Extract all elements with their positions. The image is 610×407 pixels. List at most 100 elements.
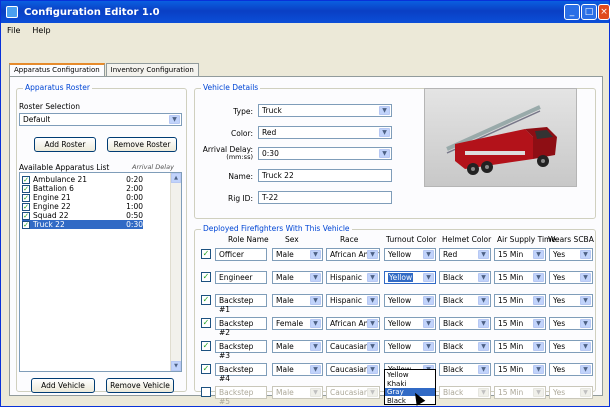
chevron-down-icon[interactable]: ▼ (367, 365, 378, 374)
sex-dropdown[interactable]: Male ▼ (272, 248, 323, 261)
chevron-down-icon[interactable]: ▼ (310, 319, 321, 328)
turnout-color-option[interactable]: Khaki (385, 380, 435, 388)
apparatus-list-item[interactable]: ✓ Ambulance 21 0:20 (22, 175, 143, 184)
race-dropdown[interactable]: Hispanic ▼ (326, 271, 380, 284)
chevron-down-icon[interactable]: ▼ (580, 342, 591, 351)
chevron-down-icon[interactable]: ▼ (478, 319, 489, 328)
turnout-dropdown[interactable]: Yellow ▼ (384, 248, 436, 261)
role-name-field[interactable]: Backstep #2 (215, 317, 267, 337)
air-dropdown[interactable]: 15 Min ▼ (494, 340, 546, 353)
menu-help[interactable]: Help (32, 26, 50, 35)
apparatus-list-item[interactable]: ✓ Squad 22 0:50 (22, 211, 143, 220)
apparatus-list[interactable]: ✓ Ambulance 21 0:20 ✓ Battalion 6 2:00 ✓ Engine… (19, 172, 182, 372)
turnout-color-dropdown-list[interactable]: Yellow Khaki Gray Black (384, 369, 436, 405)
race-dropdown[interactable]: African Amer ▼ (326, 317, 380, 330)
chevron-down-icon[interactable]: ▼ (310, 250, 321, 259)
arrival-delay-dropdown[interactable]: 0:30 ▼ (258, 147, 392, 160)
chevron-down-icon[interactable]: ▼ (533, 296, 544, 305)
air-dropdown[interactable]: 15 Min ▼ (494, 317, 546, 330)
close-icon[interactable]: × (598, 4, 610, 20)
chevron-down-icon[interactable]: ▼ (478, 388, 489, 397)
chevron-down-icon[interactable]: ▼ (310, 365, 321, 374)
chevron-down-icon[interactable]: ▼ (423, 250, 434, 259)
scba-dropdown[interactable]: Yes ▼ (549, 271, 593, 284)
chevron-down-icon[interactable]: ▼ (533, 273, 544, 282)
minimize-icon[interactable]: _ (564, 4, 580, 20)
check-icon[interactable]: ✓ (22, 184, 30, 193)
chevron-down-icon[interactable]: ▼ (533, 388, 544, 397)
rig-id-field[interactable]: T-22 (258, 191, 392, 204)
chevron-down-icon[interactable]: ▼ (478, 365, 489, 374)
chevron-down-icon[interactable]: ▼ (379, 106, 390, 115)
air-dropdown[interactable]: 15 Min ▼ (494, 386, 546, 399)
race-dropdown[interactable]: Caucasian ▼ (326, 386, 380, 399)
roster-selection-dropdown[interactable]: Default ▼ (19, 113, 182, 126)
scba-dropdown[interactable]: Yes ▼ (549, 363, 593, 376)
turnout-dropdown[interactable]: Yellow ▼ (384, 294, 436, 307)
role-name-field[interactable]: Engineer (215, 271, 267, 284)
check-icon[interactable]: ✓ (22, 175, 30, 184)
check-icon[interactable]: ✓ (201, 341, 211, 351)
turnout-dropdown[interactable]: Yellow ▼ (384, 271, 436, 284)
role-name-field[interactable]: Officer (215, 248, 267, 261)
chevron-down-icon[interactable]: ▼ (310, 296, 321, 305)
helmet-dropdown[interactable]: Black ▼ (439, 271, 491, 284)
air-dropdown[interactable]: 15 Min ▼ (494, 363, 546, 376)
chevron-down-icon[interactable]: ▼ (478, 273, 489, 282)
color-dropdown[interactable]: Red ▼ (258, 126, 392, 139)
sex-dropdown[interactable]: Male ▼ (272, 340, 323, 353)
scroll-down-icon[interactable]: ▼ (171, 361, 181, 371)
turnout-color-option[interactable]: Yellow (385, 371, 435, 379)
check-icon[interactable]: ✓ (201, 318, 211, 328)
helmet-dropdown[interactable]: Black ▼ (439, 294, 491, 307)
helmet-dropdown[interactable]: Black ▼ (439, 317, 491, 330)
chevron-down-icon[interactable]: ▼ (533, 319, 544, 328)
turnout-dropdown[interactable]: Yellow ▼ (384, 340, 436, 353)
turnout-color-option[interactable]: Black (385, 397, 435, 405)
chevron-down-icon[interactable]: ▼ (423, 296, 434, 305)
chevron-down-icon[interactable]: ▼ (423, 319, 434, 328)
remove-roster-button[interactable]: Remove Roster (107, 137, 177, 152)
chevron-down-icon[interactable]: ▼ (533, 342, 544, 351)
chevron-down-icon[interactable]: ▼ (367, 273, 378, 282)
apparatus-list-item[interactable]: ✓ Truck 22 0:30 (22, 220, 143, 229)
chevron-down-icon[interactable]: ▼ (533, 365, 544, 374)
chevron-down-icon[interactable]: ▼ (310, 342, 321, 351)
chevron-down-icon[interactable]: ▼ (478, 342, 489, 351)
check-icon[interactable]: ✓ (201, 364, 211, 374)
scba-dropdown[interactable]: Yes ▼ (549, 248, 593, 261)
chevron-down-icon[interactable]: ▼ (580, 296, 591, 305)
air-dropdown[interactable]: 15 Min ▼ (494, 248, 546, 261)
scba-dropdown[interactable]: Yes ▼ (549, 317, 593, 330)
chevron-down-icon[interactable]: ▼ (423, 273, 434, 282)
turnout-dropdown[interactable]: Yellow ▼ (384, 317, 436, 330)
scba-dropdown[interactable]: Yes ▼ (549, 386, 593, 399)
sex-dropdown[interactable]: Male ▼ (272, 363, 323, 376)
race-dropdown[interactable]: Caucasian ▼ (326, 363, 380, 376)
apparatus-list-item[interactable]: ✓ Engine 21 0:00 (22, 193, 143, 202)
chevron-down-icon[interactable]: ▼ (367, 296, 378, 305)
role-name-field[interactable]: Backstep #3 (215, 340, 267, 360)
add-roster-button[interactable]: Add Roster (34, 137, 96, 152)
sex-dropdown[interactable]: Male ▼ (272, 294, 323, 307)
chevron-down-icon[interactable]: ▼ (580, 250, 591, 259)
check-icon[interactable]: ✓ (201, 272, 211, 282)
role-name-field[interactable]: Backstep #1 (215, 294, 267, 314)
race-dropdown[interactable]: Hispanic ▼ (326, 294, 380, 307)
apparatus-list-item[interactable]: ✓ Battalion 6 2:00 (22, 184, 143, 193)
sex-dropdown[interactable]: Female ▼ (272, 317, 323, 330)
chevron-down-icon[interactable]: ▼ (379, 149, 390, 158)
scba-dropdown[interactable]: Yes ▼ (549, 340, 593, 353)
scroll-up-icon[interactable]: ▲ (171, 173, 181, 183)
race-dropdown[interactable]: Caucasian ▼ (326, 340, 380, 353)
chevron-down-icon[interactable]: ▼ (367, 342, 378, 351)
air-dropdown[interactable]: 15 Min ▼ (494, 271, 546, 284)
sex-dropdown[interactable]: Male ▼ (272, 386, 323, 399)
chevron-down-icon[interactable]: ▼ (478, 296, 489, 305)
chevron-down-icon[interactable]: ▼ (367, 250, 378, 259)
sex-dropdown[interactable]: Male ▼ (272, 271, 323, 284)
tab-inventory-configuration[interactable]: Inventory Configuration (105, 63, 199, 77)
scba-dropdown[interactable]: Yes ▼ (549, 294, 593, 307)
role-name-field[interactable]: Backstep #5 (215, 386, 267, 406)
check-icon[interactable]: ✓ (22, 193, 30, 202)
